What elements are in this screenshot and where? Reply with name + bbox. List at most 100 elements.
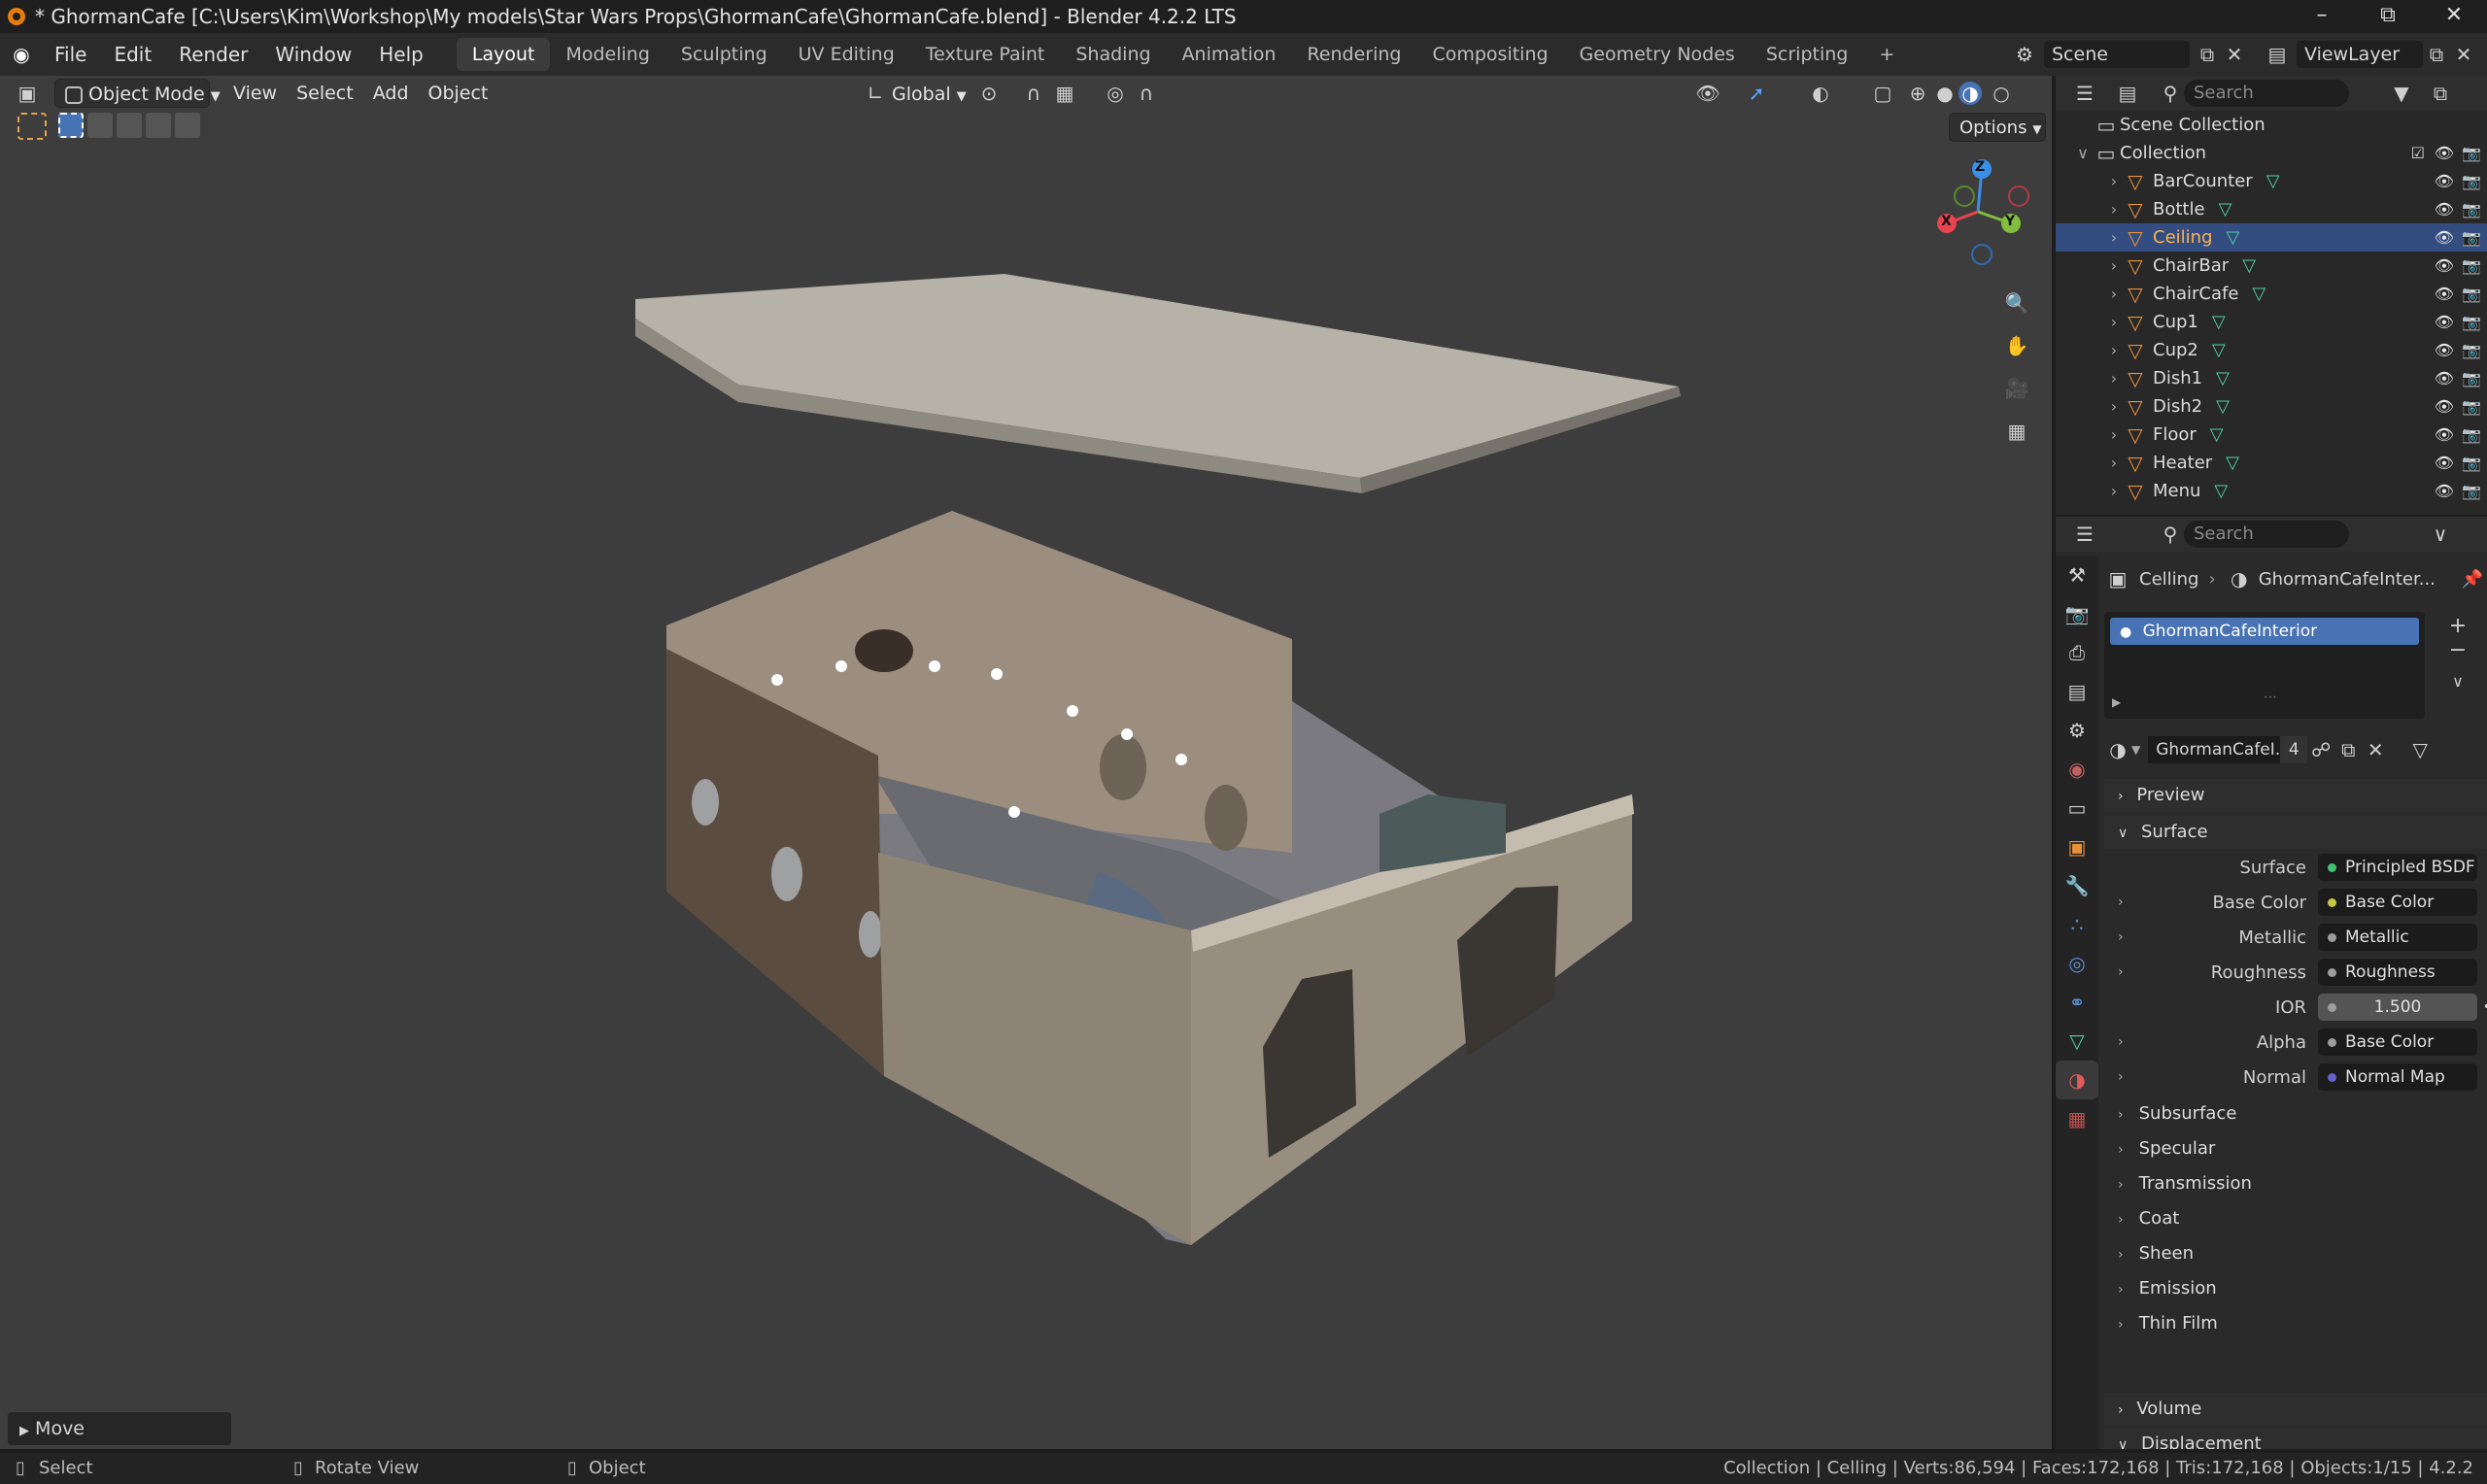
camera-icon[interactable]: 📷 — [2462, 454, 2481, 472]
tab-shading[interactable]: Shading — [1060, 38, 1166, 71]
menu-render[interactable]: Render — [165, 43, 261, 66]
pin-icon[interactable]: 📌 — [2462, 569, 2483, 590]
chevron-right-icon[interactable]: › — [2104, 425, 2124, 444]
input-socket-field[interactable]: Normal Map — [2318, 1063, 2477, 1091]
chevron-right-icon[interactable]: › — [2104, 228, 2124, 247]
expand-icon[interactable]: ▶ — [2112, 695, 2121, 709]
surface-subpanel-header[interactable]: › Thin Film — [2104, 1307, 2487, 1340]
menu-edit[interactable]: Edit — [100, 43, 165, 66]
viewlayer-selector[interactable]: ▤ ViewLayer ⧉ ✕ — [2264, 39, 2477, 70]
input-socket-field[interactable]: Base Color — [2318, 1029, 2477, 1056]
new-scene-icon[interactable]: ⧉ — [2194, 43, 2221, 66]
chevron-right-icon[interactable]: › — [2104, 200, 2124, 219]
scene-collection-row[interactable]: ▭ Scene Collection — [2056, 111, 2487, 139]
camera-icon[interactable]: 📷 — [2462, 341, 2481, 359]
chevron-down-icon[interactable]: ∨ — [2427, 523, 2454, 546]
scene-selector[interactable]: ⚙ Scene ⧉ ✕ — [2011, 39, 2248, 70]
mesh-data-icon[interactable]: ▽ — [2226, 453, 2239, 473]
surface-subpanel-header[interactable]: › Coat — [2104, 1202, 2487, 1235]
new-viewlayer-icon[interactable]: ⧉ — [2423, 43, 2450, 66]
chevron-down-icon[interactable]: ∨ — [2438, 672, 2477, 691]
chevron-right-icon[interactable]: › — [2104, 313, 2124, 331]
constraints-tab-icon[interactable]: ⚭ — [2056, 983, 2098, 1022]
keyframe-dot-icon[interactable]: • — [2483, 999, 2487, 1015]
surface-subpanel-header[interactable]: › Transmission — [2104, 1167, 2487, 1200]
surface-subpanel-header[interactable]: › Emission — [2104, 1272, 2487, 1305]
chevron-right-icon[interactable]: › — [2104, 172, 2124, 190]
outliner-object-row[interactable]: › ▽ ChairBar ▽ 👁 📷 — [2056, 252, 2487, 280]
collection-tab-icon[interactable]: ▭ — [2056, 789, 2098, 827]
chevron-down-icon[interactable]: ∨ — [2073, 144, 2093, 162]
outliner-object-row[interactable]: › ▽ ChairCafe ▽ 👁 📷 — [2056, 280, 2487, 308]
preview-section-header[interactable]: › Preview — [2104, 779, 2487, 812]
camera-view-icon[interactable]: 🎥 — [2003, 367, 2030, 410]
mesh-data-icon[interactable]: ▽ — [2242, 255, 2256, 276]
unlink-material-icon[interactable]: ✕ — [2362, 738, 2389, 761]
outliner-object-row[interactable]: › ▽ Floor ▽ 👁 📷 — [2056, 421, 2487, 449]
mesh-data-icon[interactable]: ▽ — [2252, 284, 2266, 304]
outliner-object-row[interactable]: › ▽ Bottle ▽ 👁 📷 — [2056, 195, 2487, 223]
blender-menu-icon[interactable]: ◉ — [8, 43, 35, 66]
chevron-right-icon[interactable]: › — [2118, 929, 2124, 945]
eye-icon[interactable]: 👁 — [2435, 425, 2454, 444]
input-socket-field[interactable]: Roughness — [2318, 959, 2477, 986]
outliner-object-row[interactable]: › ▽ Dish1 ▽ 👁 📷 — [2056, 364, 2487, 392]
navigation-gizmo[interactable]: Z Y X — [1927, 159, 2034, 266]
material-tab-icon[interactable]: ◑ — [2056, 1061, 2098, 1099]
maximize-button[interactable]: ⧉ — [2355, 0, 2421, 33]
volume-section-header[interactable]: › Volume — [2104, 1393, 2487, 1426]
scene-name-field[interactable]: Scene — [2044, 41, 2190, 68]
chevron-right-icon[interactable]: › — [2104, 285, 2124, 303]
mesh-data-icon[interactable]: ▽ — [2216, 368, 2230, 388]
surface-subpanel-header[interactable]: › Subsurface — [2104, 1097, 2487, 1130]
input-socket-field[interactable]: Metallic — [2318, 924, 2477, 951]
displacement-section-header[interactable]: ∨ Displacement — [2104, 1428, 2487, 1449]
chevron-right-icon[interactable]: › — [2118, 1069, 2124, 1085]
collection-row[interactable]: ∨ ▭ Collection ☑ 👁 📷 — [2056, 139, 2487, 167]
chevron-right-icon[interactable]: › — [2104, 397, 2124, 416]
menu-help[interactable]: Help — [365, 43, 437, 66]
add-workspace-button[interactable]: + — [1863, 38, 1910, 71]
perspective-grid-icon[interactable]: ▦ — [2003, 410, 2030, 453]
menu-file[interactable]: File — [41, 43, 100, 66]
camera-icon[interactable]: 📷 — [2462, 144, 2481, 162]
chevron-right-icon[interactable]: › — [2104, 256, 2124, 275]
tab-sculpting[interactable]: Sculpting — [665, 38, 783, 71]
pan-hand-icon[interactable]: ✋ — [2003, 324, 2030, 367]
chevron-right-icon[interactable]: › — [2118, 894, 2124, 910]
material-name-field[interactable]: GhormanCafeI... — [2148, 736, 2281, 763]
outliner-object-row[interactable]: › ▽ Dish2 ▽ 👁 📷 — [2056, 392, 2487, 421]
editor-type-icon[interactable]: ☰ — [2071, 82, 2098, 105]
camera-icon[interactable]: 📷 — [2462, 425, 2481, 444]
material-type-icon[interactable]: ▽ — [2406, 738, 2434, 761]
surface-subpanel-header[interactable]: › Sheen — [2104, 1237, 2487, 1270]
mesh-data-icon[interactable]: ▽ — [2226, 227, 2239, 248]
duplicate-material-icon[interactable]: ⧉ — [2334, 738, 2362, 761]
input-socket-field[interactable]: Base Color — [2318, 889, 2477, 916]
camera-icon[interactable]: 📷 — [2462, 200, 2481, 219]
last-operator-panel[interactable]: ▶ Move — [8, 1412, 231, 1445]
mesh-data-icon[interactable]: ▽ — [2210, 424, 2224, 445]
camera-icon[interactable]: 📷 — [2462, 256, 2481, 275]
object-tab-icon[interactable]: ▣ — [2056, 827, 2098, 866]
outliner-object-row[interactable]: › ▽ Ceiling ▽ 👁 📷 — [2056, 223, 2487, 252]
add-slot-icon[interactable]: + — [2438, 614, 2477, 638]
eye-icon[interactable]: 👁 — [2435, 341, 2454, 359]
tab-animation[interactable]: Animation — [1167, 38, 1292, 71]
tab-texture-paint[interactable]: Texture Paint — [910, 38, 1061, 71]
input-socket-field[interactable]: 1.500 — [2318, 994, 2477, 1021]
mesh-data-icon[interactable]: ▽ — [2212, 340, 2226, 360]
minimize-button[interactable]: – — [2289, 0, 2355, 33]
outliner-object-row[interactable]: › ▽ Menu ▽ 👁 📷 — [2056, 477, 2487, 505]
eye-icon[interactable]: 👁 — [2435, 172, 2454, 190]
tab-scripting[interactable]: Scripting — [1751, 38, 1864, 71]
scene-render[interactable] — [0, 76, 2052, 1449]
material-slot-item[interactable]: ● GhormanCafeInterior — [2110, 618, 2419, 645]
physics-tab-icon[interactable]: ◎ — [2056, 944, 2098, 983]
tab-layout[interactable]: Layout — [456, 38, 551, 71]
input-socket-field[interactable]: Principled BSDF — [2318, 854, 2477, 881]
outliner-object-row[interactable]: › ▽ Cup2 ▽ 👁 📷 — [2056, 336, 2487, 364]
tab-compositing[interactable]: Compositing — [1416, 38, 1563, 71]
eye-icon[interactable]: 👁 — [2435, 369, 2454, 388]
remove-viewlayer-icon[interactable]: ✕ — [2450, 43, 2477, 66]
